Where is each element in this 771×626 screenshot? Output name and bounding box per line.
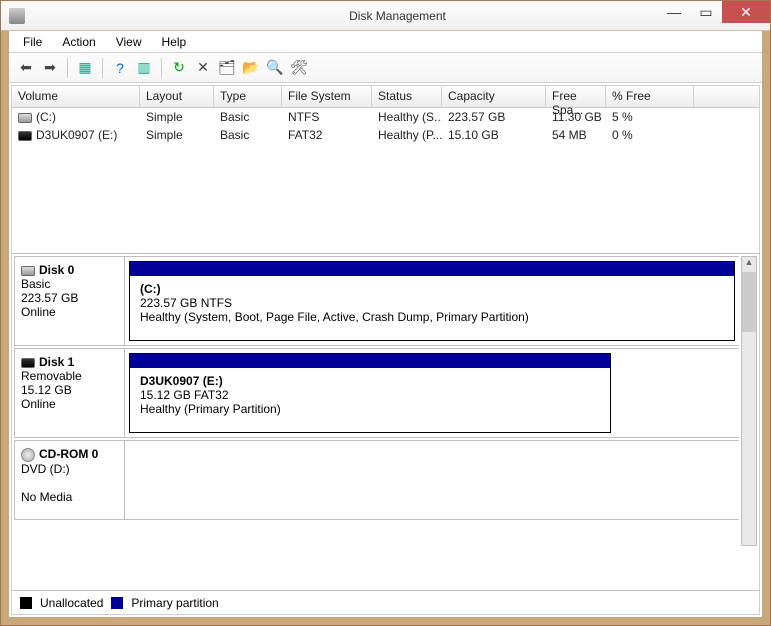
volume-list-header: Volume Layout Type File System Status Ca… (12, 86, 759, 108)
close-button[interactable]: ✕ (722, 1, 770, 23)
partition-e[interactable]: D3UK0907 (E:) 15.12 GB FAT32 Healthy (Pr… (129, 353, 611, 433)
scrollbar-thumb[interactable] (742, 272, 756, 332)
col-status[interactable]: Status (372, 86, 442, 107)
menu-help[interactable]: Help (152, 33, 197, 51)
col-freespace[interactable]: Free Spa... (546, 86, 606, 107)
cdrom-icon (21, 448, 35, 462)
open-button[interactable]: 📂 (240, 57, 262, 79)
legend-primary-swatch (111, 597, 123, 609)
settings-button[interactable]: 🛠 (288, 57, 310, 79)
window: Disk Management — ▭ ✕ File Action View H… (0, 0, 771, 626)
disk-row[interactable]: CD-ROM 0 DVD (D:) No Media (14, 440, 739, 520)
vertical-scrollbar[interactable]: ▲ (741, 256, 757, 546)
window-border: File Action View Help ⬅ ➡ ▦ ? ▥ ↻ ✕ 🗂 📂 … (1, 31, 770, 625)
app-icon (9, 8, 25, 24)
partition-body: D3UK0907 (E:) 15.12 GB FAT32 Healthy (Pr… (130, 368, 610, 422)
usb-icon (21, 358, 35, 368)
partition-area: (C:) 223.57 GB NTFS Healthy (System, Boo… (125, 257, 739, 345)
partition-body: (C:) 223.57 GB NTFS Healthy (System, Boo… (130, 276, 734, 330)
legend-unallocated-label: Unallocated (40, 596, 103, 610)
col-type[interactable]: Type (214, 86, 282, 107)
menu-action[interactable]: Action (52, 33, 105, 51)
back-button[interactable]: ⬅ (15, 57, 37, 79)
window-controls: — ▭ ✕ (658, 1, 770, 23)
maximize-button[interactable]: ▭ (690, 1, 722, 23)
legend: Unallocated Primary partition (12, 590, 759, 614)
usb-icon (18, 131, 32, 141)
partition-area-empty (125, 441, 739, 519)
scroll-up-icon[interactable]: ▲ (742, 257, 756, 271)
col-filesystem[interactable]: File System (282, 86, 372, 107)
properties-button[interactable]: 🗂 (216, 57, 238, 79)
delete-button[interactable]: ✕ (192, 57, 214, 79)
volume-row[interactable]: (C:) Simple Basic NTFS Healthy (S... 223… (12, 108, 759, 126)
legend-primary-label: Primary partition (131, 596, 218, 610)
col-volume[interactable]: Volume (12, 86, 140, 107)
content-area: Volume Layout Type File System Status Ca… (11, 85, 760, 615)
volume-name: (C:) (36, 110, 56, 124)
disk-label: Disk 1 Removable 15.12 GB Online (15, 349, 125, 437)
refresh-button[interactable]: ↻ (168, 57, 190, 79)
partition-header (130, 354, 610, 368)
disk-graphical-view: Disk 0 Basic 223.57 GB Online (C:) 223.5… (12, 254, 759, 590)
help-button[interactable]: ? (109, 57, 131, 79)
show-hide-console-tree-button[interactable]: ▦ (74, 57, 96, 79)
partition-c[interactable]: (C:) 223.57 GB NTFS Healthy (System, Boo… (129, 261, 735, 341)
partition-header (130, 262, 734, 276)
menubar: File Action View Help (9, 31, 762, 53)
show-hide-action-pane-button[interactable]: ▥ (133, 57, 155, 79)
hdd-icon (18, 113, 32, 123)
menu-view[interactable]: View (106, 33, 152, 51)
partition-area: D3UK0907 (E:) 15.12 GB FAT32 Healthy (Pr… (125, 349, 615, 437)
titlebar[interactable]: Disk Management — ▭ ✕ (1, 1, 770, 31)
col-pctfree[interactable]: % Free (606, 86, 694, 107)
toolbar: ⬅ ➡ ▦ ? ▥ ↻ ✕ 🗂 📂 🔍 🛠 (9, 53, 762, 83)
disk-label: Disk 0 Basic 223.57 GB Online (15, 257, 125, 345)
disk-label: CD-ROM 0 DVD (D:) No Media (15, 441, 125, 519)
legend-unallocated-swatch (20, 597, 32, 609)
minimize-button[interactable]: — (658, 1, 690, 23)
menu-file[interactable]: File (13, 33, 52, 51)
volume-name: D3UK0907 (E:) (36, 128, 117, 142)
volume-row[interactable]: D3UK0907 (E:) Simple Basic FAT32 Healthy… (12, 126, 759, 144)
col-capacity[interactable]: Capacity (442, 86, 546, 107)
volume-list: Volume Layout Type File System Status Ca… (12, 86, 759, 254)
disk-row[interactable]: Disk 1 Removable 15.12 GB Online D3UK090… (14, 348, 739, 438)
hdd-icon (21, 266, 35, 276)
col-layout[interactable]: Layout (140, 86, 214, 107)
disk-row[interactable]: Disk 0 Basic 223.57 GB Online (C:) 223.5… (14, 256, 739, 346)
forward-button[interactable]: ➡ (39, 57, 61, 79)
explore-button[interactable]: 🔍 (264, 57, 286, 79)
